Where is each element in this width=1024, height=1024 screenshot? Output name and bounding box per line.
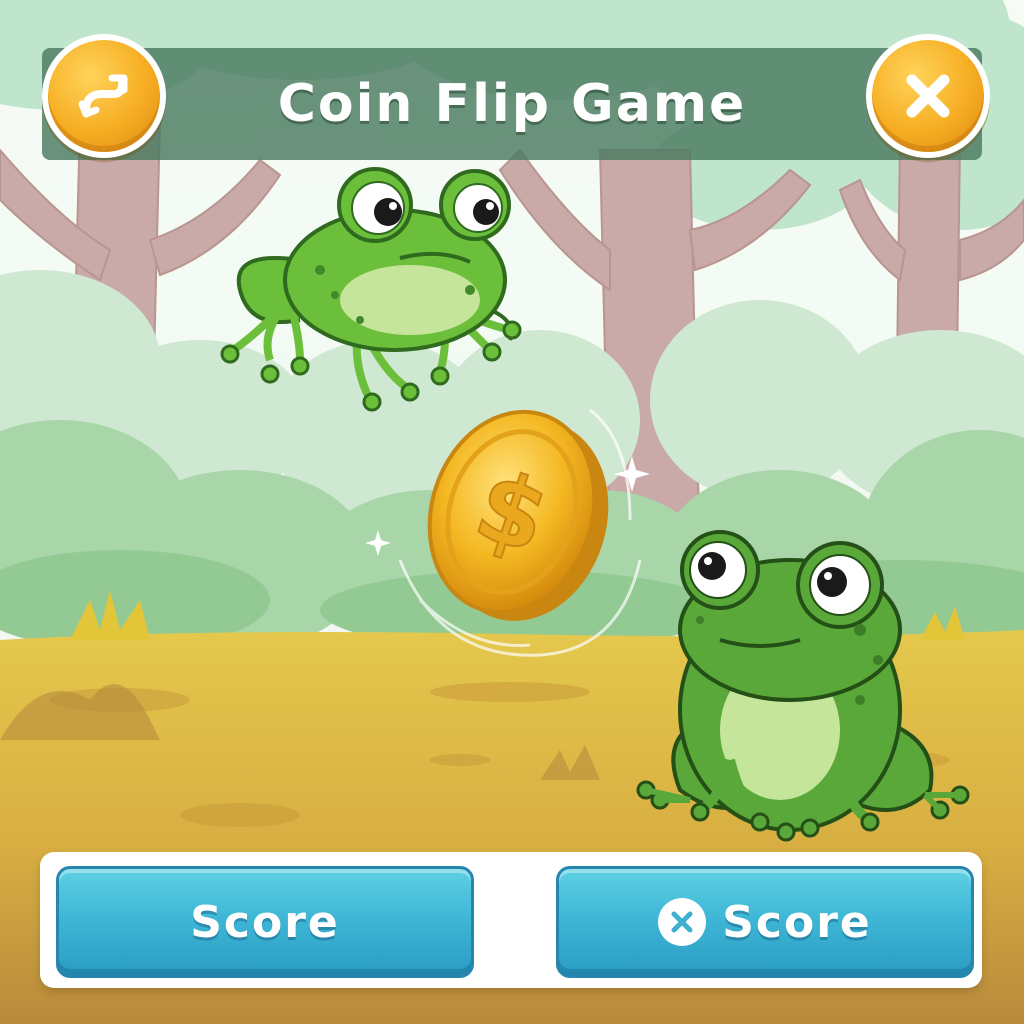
close-button[interactable] [866, 34, 990, 158]
x-circle-icon [658, 898, 707, 946]
game-title: Coin Flip Game [277, 74, 747, 134]
restart-arrow-icon [78, 74, 128, 118]
score-button-left[interactable]: Score [56, 866, 474, 978]
restart-button[interactable] [42, 34, 166, 158]
close-x-icon [906, 74, 950, 118]
score-button-left-label: Score [190, 896, 340, 948]
score-button-right-label: Score [722, 896, 872, 948]
game-scene: $ Coin Flip Game Score Score [0, 0, 1024, 1024]
score-button-right[interactable]: Score [556, 866, 974, 978]
title-bar: Coin Flip Game [42, 48, 982, 160]
